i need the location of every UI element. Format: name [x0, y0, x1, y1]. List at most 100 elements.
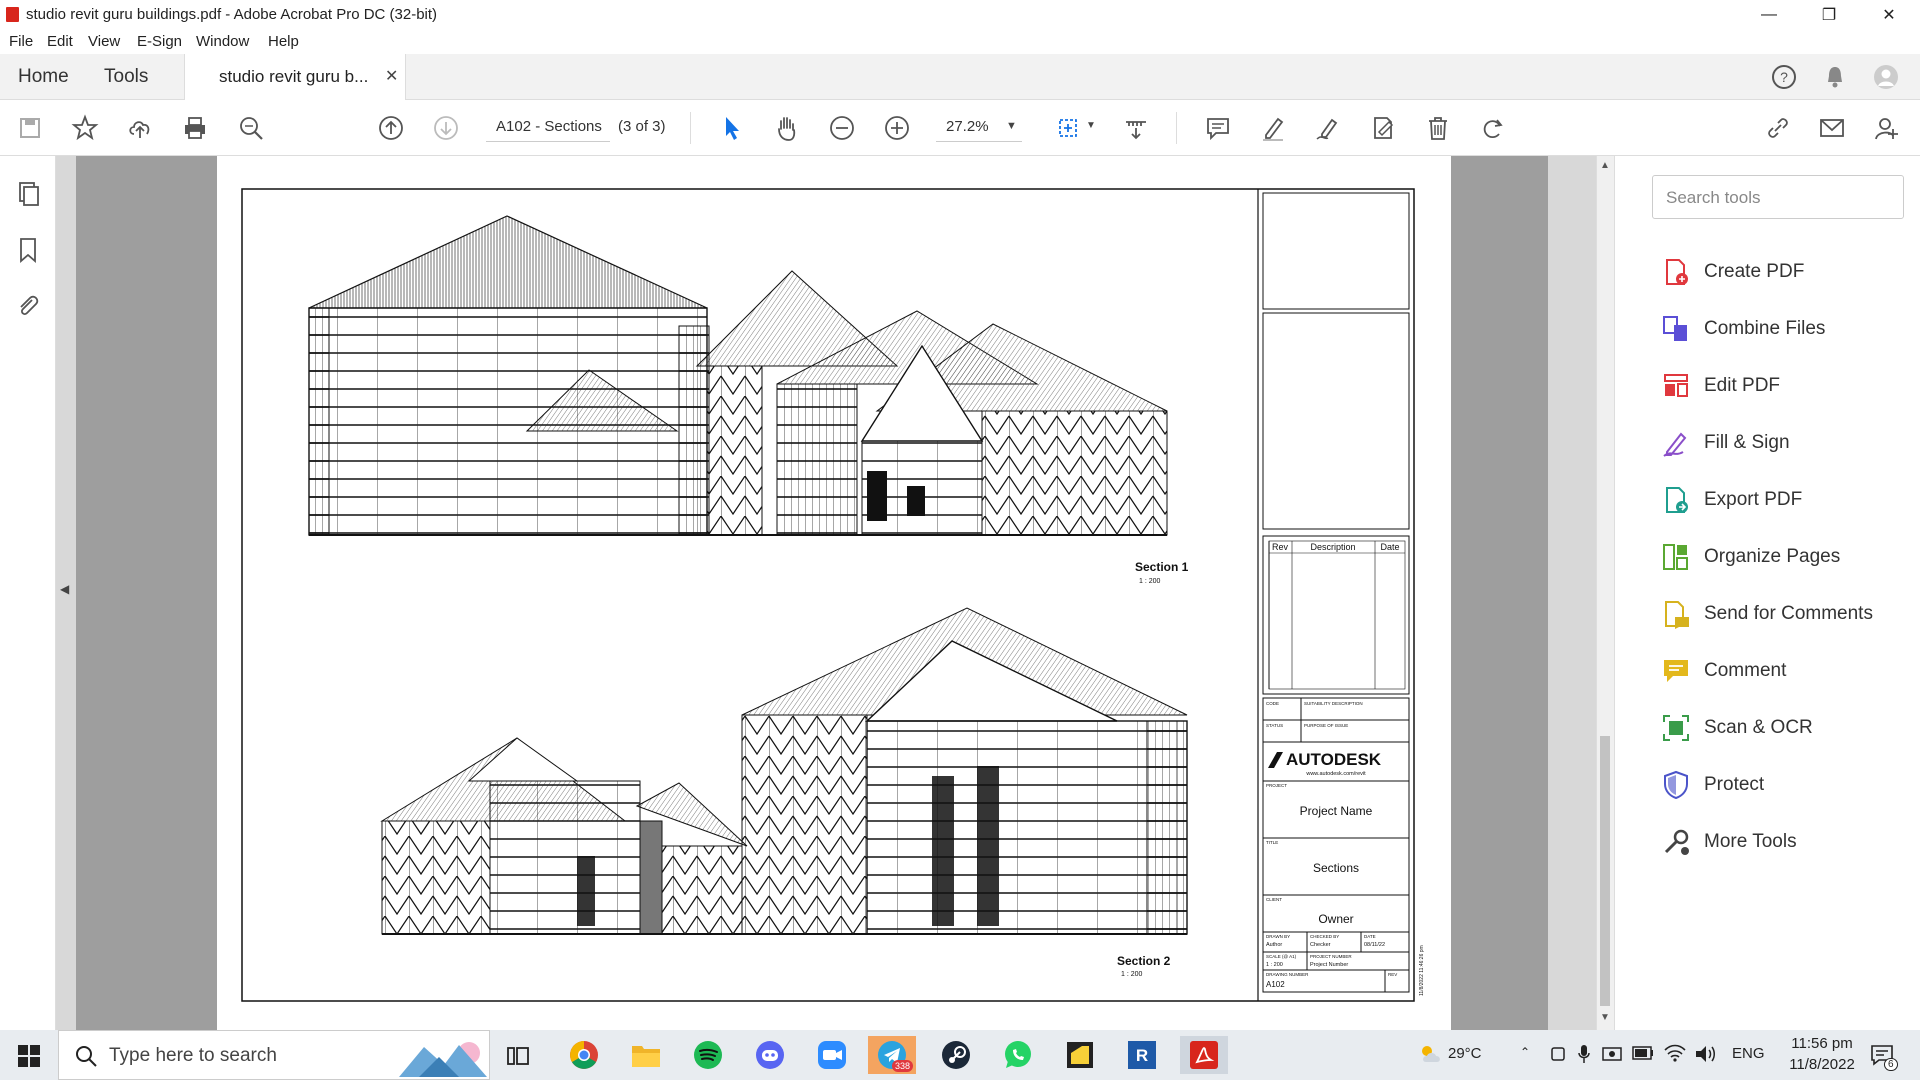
- scroll-mode-icon[interactable]: [1120, 112, 1152, 144]
- clock-time[interactable]: 11:56 pm: [1782, 1035, 1862, 1052]
- tab-document[interactable]: studio revit guru b... ✕: [184, 54, 406, 100]
- tool-create-pdf[interactable]: Create PDF: [1661, 256, 1804, 288]
- select-cursor-icon[interactable]: [716, 112, 748, 144]
- menu-file[interactable]: File: [9, 33, 33, 50]
- chrome-icon[interactable]: [560, 1036, 608, 1074]
- previous-page-icon[interactable]: [375, 112, 407, 144]
- zoom-app-icon[interactable]: [808, 1036, 856, 1074]
- account-icon[interactable]: [1872, 63, 1900, 91]
- search-tools-input[interactable]: Search tools: [1652, 175, 1904, 219]
- scroll-down-icon[interactable]: ▼: [1600, 1012, 1610, 1023]
- revit-icon[interactable]: R: [1118, 1036, 1166, 1074]
- language-indicator[interactable]: ENG: [1732, 1045, 1765, 1062]
- highlight-pen-icon[interactable]: [1257, 112, 1289, 144]
- code-label: CODE: [1266, 701, 1279, 706]
- menu-window[interactable]: Window: [196, 33, 249, 50]
- tool-comment[interactable]: Comment: [1661, 655, 1786, 687]
- wifi-icon[interactable]: [1664, 1044, 1686, 1062]
- discord-icon[interactable]: [746, 1036, 794, 1074]
- tool-protect[interactable]: Protect: [1661, 769, 1764, 801]
- restore-button[interactable]: ❐: [1806, 0, 1852, 30]
- close-tab-icon[interactable]: ✕: [385, 66, 398, 86]
- toolbar: A102 - Sections (3 of 3) 27.2% ▼ ▼: [0, 100, 1920, 156]
- show-hidden-icons-icon[interactable]: ⌃: [1520, 1045, 1530, 1059]
- zoom-dropdown-icon[interactable]: ▼: [1006, 120, 1017, 132]
- file-explorer-icon[interactable]: [622, 1036, 670, 1074]
- print-icon[interactable]: [179, 112, 211, 144]
- weather-temperature[interactable]: 29°C: [1448, 1045, 1482, 1062]
- next-page-icon[interactable]: [430, 112, 462, 144]
- page-label-input[interactable]: A102 - Sections: [486, 118, 610, 142]
- battery-icon[interactable]: [1632, 1046, 1654, 1060]
- tool-label: Fill & Sign: [1704, 432, 1790, 453]
- whatsapp-icon[interactable]: [994, 1036, 1042, 1074]
- save-icon[interactable]: [14, 112, 46, 144]
- windows-start-icon[interactable]: [18, 1045, 40, 1067]
- zoom-in-icon[interactable]: [881, 112, 913, 144]
- tool-organize-pages[interactable]: Organize Pages: [1661, 541, 1840, 573]
- zoom-out-icon[interactable]: [826, 112, 858, 144]
- rotate-icon[interactable]: [1477, 112, 1509, 144]
- microphone-icon[interactable]: [1578, 1044, 1590, 1064]
- sticky-notes-icon[interactable]: [1056, 1036, 1104, 1074]
- tab-tools[interactable]: Tools: [104, 66, 148, 88]
- tool-combine-files[interactable]: Combine Files: [1661, 313, 1825, 345]
- steam-icon[interactable]: [932, 1036, 980, 1074]
- menu-edit[interactable]: Edit: [47, 33, 73, 50]
- page-thumbnails-icon[interactable]: [12, 178, 44, 210]
- acrobat-taskbar-icon[interactable]: [1180, 1036, 1228, 1074]
- task-view-icon[interactable]: [506, 1044, 530, 1068]
- share-link-icon[interactable]: [1762, 112, 1794, 144]
- sheet-date: 08/11/22: [1364, 942, 1385, 948]
- comment-icon[interactable]: [1202, 112, 1234, 144]
- fit-dropdown-icon[interactable]: ▼: [1086, 120, 1096, 131]
- rev-label: REV: [1388, 972, 1397, 977]
- draw-icon[interactable]: [1312, 112, 1344, 144]
- tool-send-for-comments[interactable]: Send for Comments: [1661, 598, 1873, 630]
- bookmark-icon[interactable]: [12, 234, 44, 266]
- help-icon[interactable]: ?: [1770, 63, 1798, 91]
- weather-icon[interactable]: [1418, 1042, 1444, 1066]
- minimize-button[interactable]: —: [1746, 0, 1792, 30]
- menu-bar: File Edit View E-Sign Window Help: [0, 30, 1920, 54]
- tab-home[interactable]: Home: [18, 66, 69, 88]
- fit-page-icon[interactable]: [1052, 112, 1084, 144]
- clock-date[interactable]: 11/8/2022: [1782, 1056, 1862, 1073]
- tool-scan-ocr[interactable]: Scan & OCR: [1661, 712, 1813, 744]
- tool-fill-sign[interactable]: Fill & Sign: [1661, 427, 1790, 459]
- acrobat-icon: [6, 7, 19, 22]
- attachment-icon[interactable]: [12, 290, 44, 322]
- tool-label: Protect: [1704, 774, 1765, 795]
- title-label: TITLE: [1266, 840, 1278, 845]
- volume-icon[interactable]: [1694, 1044, 1716, 1064]
- tool-edit-pdf[interactable]: Edit PDF: [1661, 370, 1780, 402]
- title-bar: studio revit guru buildings.pdf - Adobe …: [0, 0, 1920, 30]
- sign-icon[interactable]: [1367, 112, 1399, 144]
- section-2-drawing: [380, 607, 1188, 935]
- scroll-up-icon[interactable]: ▲: [1600, 160, 1610, 171]
- bell-icon[interactable]: [1822, 64, 1848, 90]
- collapse-left-icon[interactable]: ◀: [60, 582, 69, 596]
- menu-view[interactable]: View: [88, 33, 120, 50]
- close-button[interactable]: ✕: [1866, 0, 1912, 30]
- hand-tool-icon[interactable]: [771, 112, 803, 144]
- delete-icon[interactable]: [1422, 112, 1454, 144]
- client-label: CLIENT: [1266, 897, 1282, 902]
- tool-export-pdf[interactable]: Export PDF: [1661, 484, 1802, 516]
- drawing-number-label: DRAWING NUMBER: [1266, 972, 1309, 977]
- meet-now-icon[interactable]: [1550, 1045, 1566, 1063]
- scrollbar-thumb[interactable]: [1600, 736, 1610, 1006]
- tool-more-tools[interactable]: More Tools: [1661, 826, 1797, 858]
- menu-help[interactable]: Help: [268, 33, 299, 50]
- email-icon[interactable]: [1816, 112, 1848, 144]
- document-viewport[interactable]: ◀ ▶: [56, 156, 1623, 1030]
- spotify-icon[interactable]: [684, 1036, 732, 1074]
- camera-privacy-icon[interactable]: [1602, 1044, 1622, 1064]
- star-icon[interactable]: [69, 112, 101, 144]
- upload-cloud-icon[interactable]: [124, 112, 156, 144]
- share-user-icon[interactable]: [1870, 112, 1902, 144]
- taskbar: Type here to search 338 R 29°C ⌃ ENG 11:…: [0, 1030, 1920, 1080]
- find-zoom-icon[interactable]: [235, 112, 267, 144]
- taskbar-search-box[interactable]: Type here to search: [58, 1030, 490, 1080]
- menu-esign[interactable]: E-Sign: [137, 33, 182, 50]
